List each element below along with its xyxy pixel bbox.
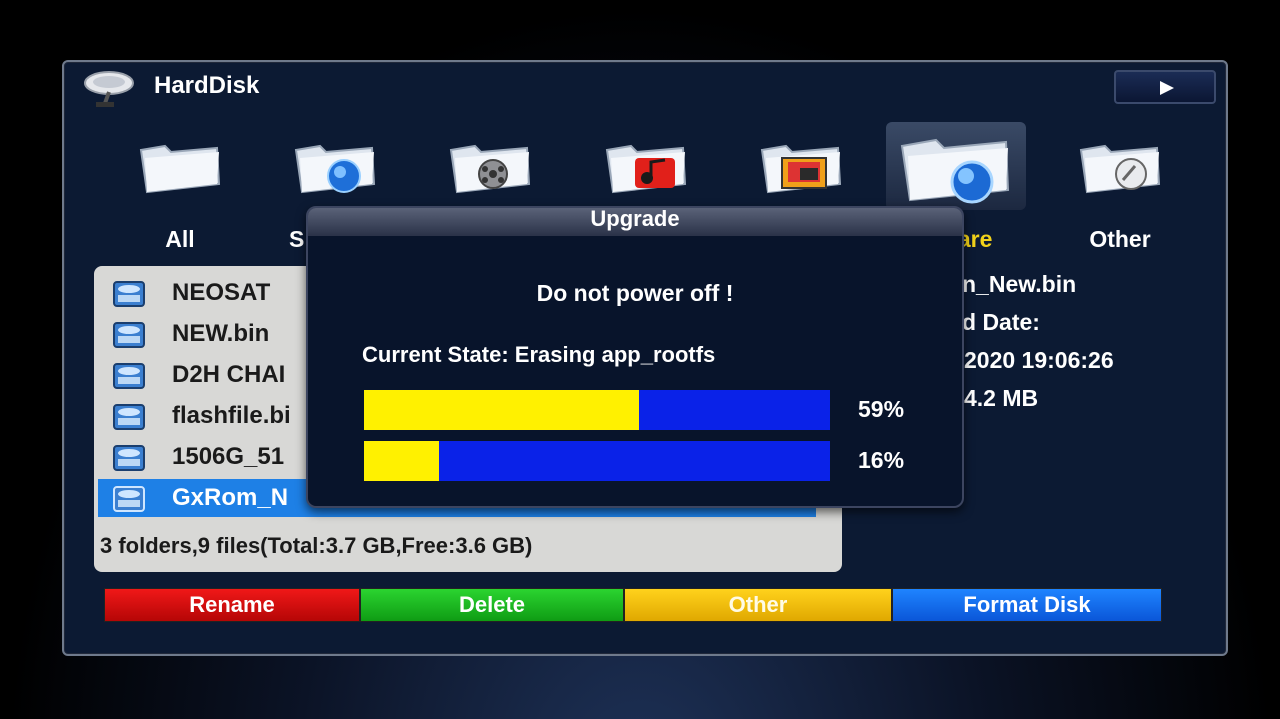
satellite-dish-icon [84, 71, 134, 107]
category-label: Other [1089, 226, 1151, 252]
color-key-bar: Rename Delete Other Format Disk [104, 588, 1162, 622]
progress-percent: 16% [858, 447, 905, 473]
file-name: NEW.bin [172, 320, 270, 347]
progress-bar-total [364, 390, 830, 430]
file-name: 1506G_51 [172, 443, 285, 470]
play-button[interactable] [1114, 70, 1216, 104]
file-name: D2H CHAI [172, 361, 286, 388]
rename-button[interactable]: Rename [104, 588, 360, 622]
category-all[interactable]: All [110, 122, 250, 252]
upgrade-dialog: Upgrade Do not power off ! Current State… [306, 206, 964, 508]
disk-file-icon [113, 445, 145, 471]
other-button[interactable]: Other [624, 588, 892, 622]
disk-file-icon [113, 322, 145, 348]
folder-other-icon [1079, 144, 1161, 194]
file-info-panel: n_New.bin d Date: 2020 19:06:26 4.2 MB [932, 267, 1228, 407]
progress-bar-step [364, 441, 830, 481]
category-label: All [165, 226, 195, 252]
dialog-title: Upgrade [590, 206, 680, 231]
progress-fill [364, 441, 439, 481]
info-file-size: 4.2 MB [964, 385, 1039, 407]
folder-film-icon [449, 144, 531, 194]
folder-globe-icon [294, 144, 376, 194]
disk-summary: 3 folders,9 files(Total:3.7 GB,Free:3.6 … [100, 533, 533, 558]
info-file-name: n_New.bin [962, 271, 1077, 297]
category-other[interactable]: Other [1050, 122, 1190, 252]
info-date-value: 2020 19:06:26 [964, 347, 1114, 373]
disk-file-icon [113, 281, 145, 307]
file-name: GxRom_N [172, 484, 289, 511]
disk-file-icon [113, 404, 145, 430]
progress-fill [364, 390, 639, 430]
progress-percent: 59% [858, 396, 905, 422]
dialog-header: Upgrade [308, 206, 962, 236]
current-state: Current State: Erasing app_rootfs [362, 342, 716, 367]
delete-button[interactable]: Delete [360, 588, 624, 622]
window-title: HardDisk [154, 72, 260, 99]
disk-file-icon [113, 363, 145, 389]
folder-globe-icon [900, 138, 1010, 204]
disk-file-icon [113, 486, 145, 512]
folder-plain-icon [139, 144, 221, 194]
folder-music-icon [605, 144, 687, 194]
play-icon [1160, 81, 1174, 95]
info-date-label: d Date: [962, 309, 1040, 335]
format-disk-button[interactable]: Format Disk [892, 588, 1162, 622]
folder-photo-icon [760, 144, 842, 194]
file-name: flashfile.bi [172, 402, 291, 429]
power-warning: Do not power off ! [536, 280, 734, 306]
title-bar: HardDisk [64, 62, 1226, 112]
file-name: NEOSAT [172, 279, 271, 306]
